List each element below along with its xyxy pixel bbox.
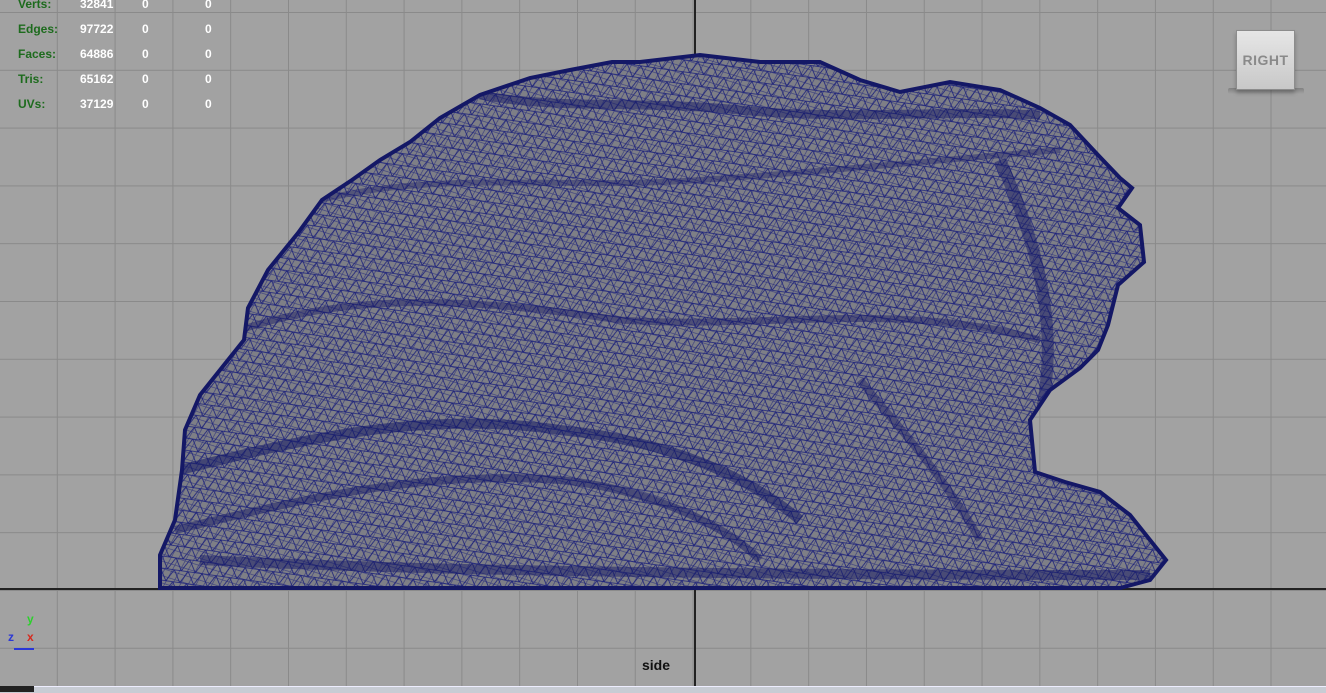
camera-name-label: side: [642, 657, 671, 673]
poly-count-hud: Verts: 32841 0 0 Edges: 97722 0 0 Faces:…: [0, 0, 230, 117]
hud-row-uvs: UVs: 37129 0 0: [0, 92, 230, 117]
hud-value: 97722: [80, 22, 114, 36]
hud-row-faces: Faces: 64886 0 0: [0, 42, 230, 67]
hud-row-edges: Edges: 97722 0 0: [0, 17, 230, 42]
z-axis-label: z: [8, 630, 14, 644]
hud-label: Verts:: [18, 0, 52, 11]
hud-value: 0: [142, 47, 149, 61]
hud-value: 37129: [80, 97, 114, 111]
hud-value: 0: [142, 72, 149, 86]
view-cube-right[interactable]: RIGHT: [1236, 30, 1295, 90]
x-axis-label: x: [27, 630, 34, 644]
hud-value: 0: [205, 47, 212, 61]
hud-label: Faces:: [18, 47, 57, 61]
y-axis-label: y: [27, 612, 34, 626]
hud-value: 0: [205, 72, 212, 86]
panel-bottom-corner: [0, 686, 34, 692]
hud-value: 0: [205, 22, 212, 36]
hud-row-verts: Verts: 32841 0 0: [0, 0, 230, 17]
hud-label: Edges:: [18, 22, 59, 36]
hud-row-tris: Tris: 65162 0 0: [0, 67, 230, 92]
hud-value: 0: [142, 22, 149, 36]
hud-value: 0: [205, 0, 212, 11]
z-axis-line: [14, 648, 34, 650]
hud-value: 65162: [80, 72, 114, 86]
hud-label: Tris:: [18, 72, 44, 86]
hud-label: UVs:: [18, 97, 46, 111]
hud-value: 0: [142, 0, 149, 11]
hud-value: 32841: [80, 0, 114, 11]
hud-value: 64886: [80, 47, 114, 61]
hud-value: 0: [142, 97, 149, 111]
hud-value: 0: [205, 97, 212, 111]
viewport-side[interactable]: Verts: 32841 0 0 Edges: 97722 0 0 Faces:…: [0, 0, 1326, 686]
